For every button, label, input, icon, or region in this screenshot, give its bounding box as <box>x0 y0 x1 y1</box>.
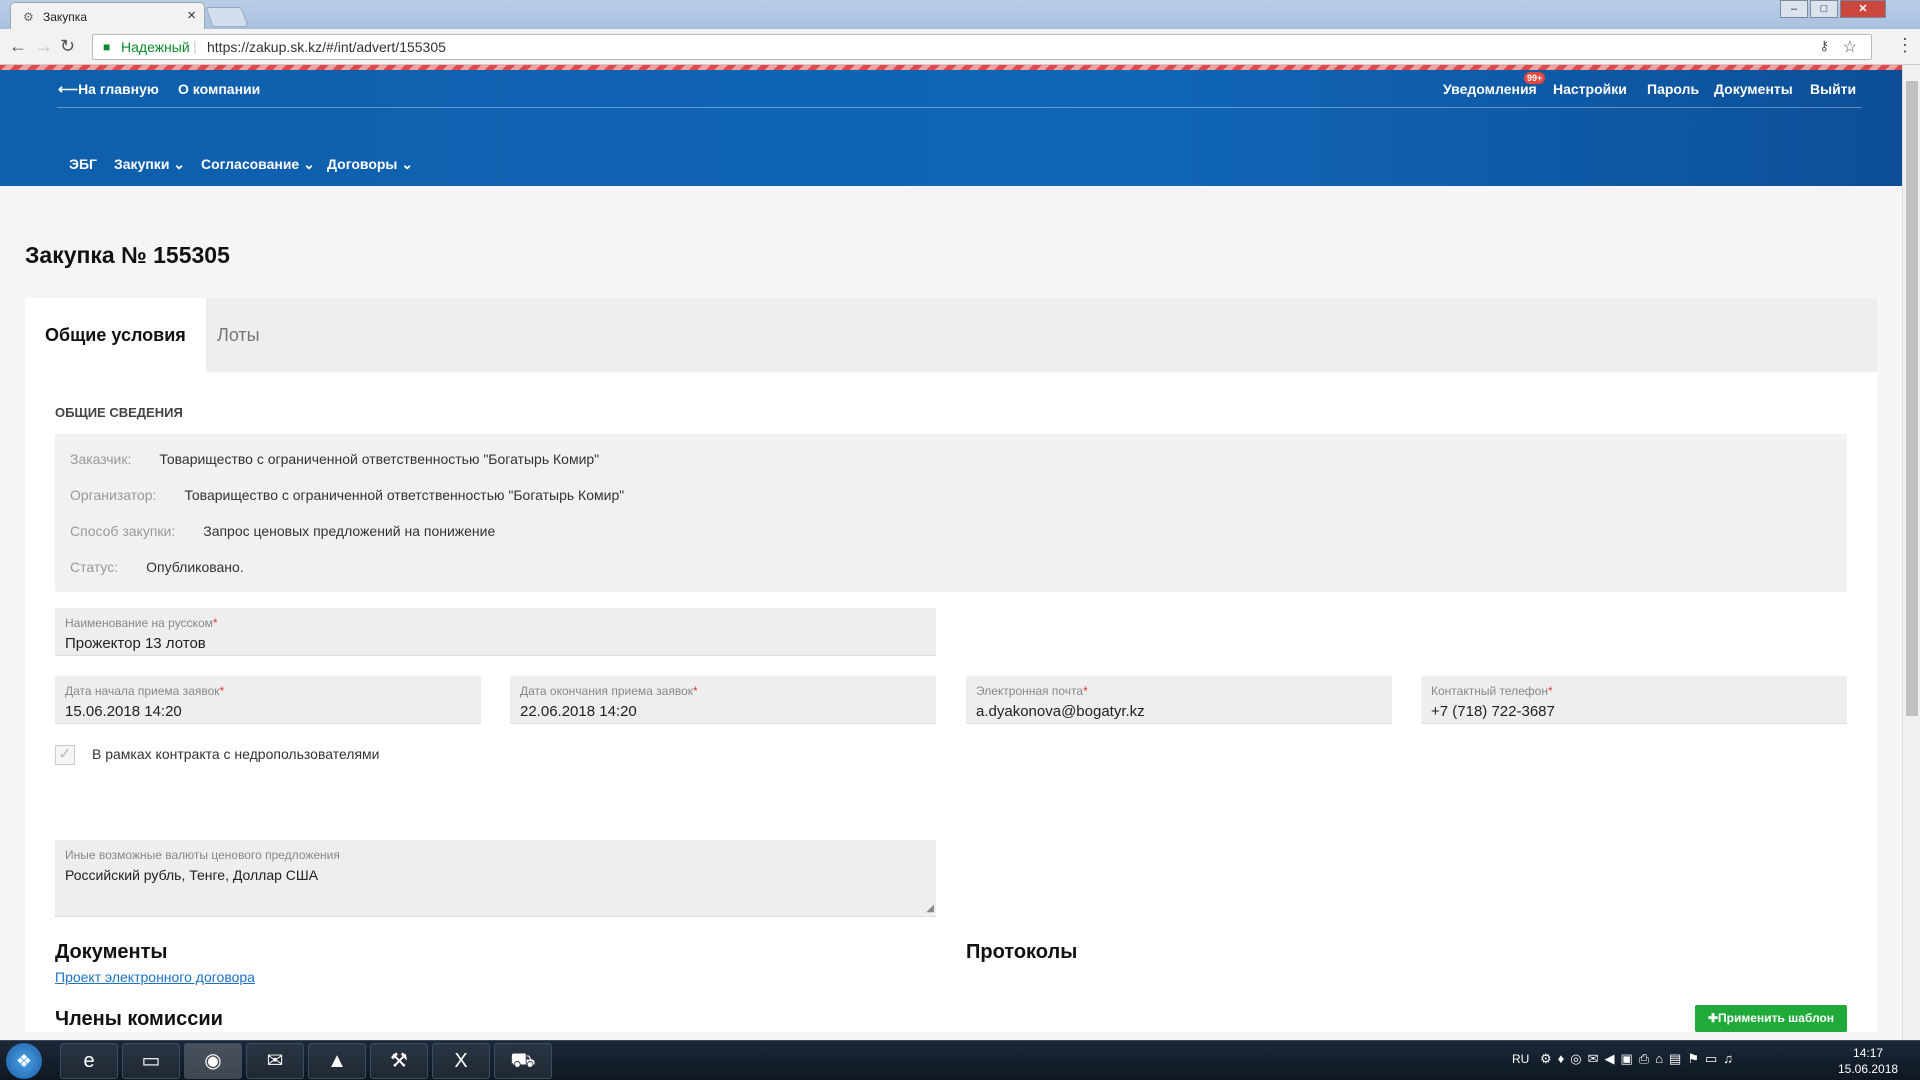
menu-ebg[interactable]: ЭБГ <box>69 156 97 172</box>
field-label: Дата окончания приема заявок* <box>520 684 698 698</box>
currencies-textarea[interactable]: Иные возможные валюты ценового предложен… <box>55 840 936 917</box>
tab-close-icon[interactable]: × <box>187 7 196 24</box>
home-link[interactable]: ⟵На главную <box>58 81 159 98</box>
scroll-thumb[interactable] <box>1906 81 1918 716</box>
subsoil-users-checkbox[interactable]: ✓ <box>55 745 75 765</box>
field-label: Иные возможные валюты ценового предложен… <box>65 848 340 862</box>
close-window-button[interactable]: ✕ <box>1840 0 1886 18</box>
field-value[interactable]: 15.06.2018 14:20 <box>65 703 182 720</box>
clock-date: 15.06.2018 <box>1838 1062 1899 1076</box>
notifications-badge: 99+ <box>1524 72 1546 84</box>
forward-arrow-icon[interactable]: → <box>35 37 53 55</box>
documents-link[interactable]: Документы <box>1714 81 1793 97</box>
omnibox-separator: | <box>193 38 197 54</box>
info-label: Организатор: <box>70 487 157 503</box>
info-row-status: Статус: Опубликовано. <box>70 559 244 575</box>
field-label: Дата начала приема заявок* <box>65 684 225 698</box>
ie-icon[interactable]: e <box>60 1043 118 1079</box>
menu-purchases[interactable]: Закупки ⌄ <box>114 156 185 173</box>
logout-link[interactable]: Выйти <box>1810 81 1856 97</box>
end-date-field[interactable]: Дата окончания приема заявок* 22.06.2018… <box>510 676 936 724</box>
clock[interactable]: 14:17 15.06.2018 <box>1838 1045 1898 1077</box>
new-tab-button[interactable] <box>205 7 249 27</box>
tool-icon[interactable]: ⚒ <box>370 1043 428 1079</box>
info-row-method: Способ закупки: Запрос ценовых предложени… <box>70 523 495 539</box>
address-bar[interactable]: ■ Надежный | https://zakup.sk.kz/#/int/a… <box>92 34 1872 60</box>
tray-icons[interactable]: ⚙♦◎✉◀▣⎙⌂▤⚑▭♫ <box>1540 1051 1739 1080</box>
back-arrow-icon[interactable]: ← <box>9 37 27 55</box>
info-label: Заказчик: <box>70 451 132 467</box>
checkbox-label: В рамках контракта с недропользователями <box>92 746 380 762</box>
tab-general[interactable]: Общие условия <box>25 298 206 372</box>
commission-heading: Члены комиссии <box>55 1008 223 1030</box>
cart-icon[interactable]: ⛟ <box>494 1043 552 1079</box>
info-label: Статус: <box>70 559 119 575</box>
info-value: Запрос ценовых предложений на понижение <box>203 523 496 539</box>
minimize-button[interactable]: – <box>1780 0 1808 18</box>
phone-field[interactable]: Контактный телефон* +7 (718) 722-3687 <box>1421 676 1847 724</box>
field-value[interactable]: 22.06.2018 14:20 <box>520 703 637 720</box>
page-title: Закупка № 155305 <box>25 242 230 268</box>
info-label: Способ закупки: <box>70 523 176 539</box>
mail-icon[interactable]: ✉ <box>246 1043 304 1079</box>
language-indicator[interactable]: RU <box>1512 1052 1529 1080</box>
info-value: Опубликовано. <box>146 559 244 575</box>
documents-heading: Документы <box>55 941 168 963</box>
taskbar: ❖ e ▭ ◉ ✉ ▲ ⚒ X ⛟ RU ⚙♦◎✉◀▣⎙⌂▤⚑▭♫ 14:17 … <box>0 1040 1920 1080</box>
site-header: ⟵На главную О компании Уведомления 99+ Н… <box>0 70 1902 186</box>
app-icon[interactable]: ▲ <box>308 1043 366 1079</box>
field-label: Наименование на русском* <box>65 616 218 630</box>
browser-tab[interactable]: ⚙ Закупка × <box>10 2 205 29</box>
menu-contracts[interactable]: Договоры ⌄ <box>327 156 413 173</box>
page-tabs: Общие условия Лоты <box>25 298 1877 372</box>
excel-icon[interactable]: X <box>432 1043 490 1079</box>
info-value: Товарищество с ограниченной ответственно… <box>159 451 600 467</box>
about-link[interactable]: О компании <box>178 81 260 97</box>
maximize-button[interactable]: □ <box>1810 0 1838 18</box>
browser-toolbar: ← → ↻ ■ Надежный | https://zakup.sk.kz/#… <box>0 29 1920 65</box>
name-ru-field[interactable]: Наименование на русском* Прожектор 13 ло… <box>55 608 936 656</box>
field-label: Электронная почта* <box>976 684 1088 698</box>
info-value: Товарищество с ограниченной ответственно… <box>184 487 625 503</box>
general-info-box: Заказчик: Товарищество с ограниченной отв… <box>55 434 1847 592</box>
chrome-icon[interactable]: ◉ <box>184 1043 242 1079</box>
field-value[interactable]: Прожектор 13 лотов <box>65 635 206 652</box>
reload-icon[interactable]: ↻ <box>60 37 75 55</box>
tab-lots[interactable]: Лоты <box>197 298 280 372</box>
info-row-customer: Заказчик: Товарищество с ограниченной отв… <box>70 451 599 467</box>
browser-menu-icon[interactable]: ⋮ <box>1896 35 1914 56</box>
clock-time: 14:17 <box>1853 1046 1884 1060</box>
url-text[interactable]: https://zakup.sk.kz/#/int/advert/155305 <box>207 39 446 55</box>
explorer-icon[interactable]: ▭ <box>122 1043 180 1079</box>
section-title: ОБЩИЕ СВЕДЕНИЯ <box>55 405 183 420</box>
field-label: Контактный телефон* <box>1431 684 1553 698</box>
protocols-heading: Протоколы <box>966 941 1078 963</box>
secure-label: Надежный <box>121 39 190 55</box>
field-value[interactable]: +7 (718) 722-3687 <box>1431 703 1555 720</box>
key-icon[interactable]: ⚷ <box>1819 38 1829 54</box>
settings-link[interactable]: Настройки <box>1553 81 1627 97</box>
bookmark-star-icon[interactable]: ☆ <box>1843 37 1857 57</box>
menu-approval[interactable]: Согласование ⌄ <box>201 156 315 173</box>
field-value[interactable]: a.dyakonova@bogatyr.kz <box>976 703 1145 720</box>
email-field[interactable]: Электронная почта* a.dyakonova@bogatyr.k… <box>966 676 1392 724</box>
header-divider <box>57 107 1862 108</box>
browser-tabbar: ⚙ Закупка × – □ ✕ <box>0 0 1920 29</box>
start-button[interactable]: ❖ <box>6 1043 42 1079</box>
password-link[interactable]: Пароль <box>1647 81 1699 97</box>
start-date-field[interactable]: Дата начала приема заявок* 15.06.2018 14… <box>55 676 481 724</box>
page-scrollbar[interactable] <box>1902 65 1920 1040</box>
globe-icon: ⚙ <box>23 10 34 24</box>
lock-icon: ■ <box>103 40 111 54</box>
info-row-organizer: Организатор: Товарищество с ограниченной … <box>70 487 624 503</box>
notifications-link[interactable]: Уведомления <box>1443 81 1537 97</box>
contract-draft-link[interactable]: Проект электронного договора <box>55 969 255 985</box>
resize-grip-icon[interactable]: ◢ <box>926 903 934 914</box>
tab-title: Закупка <box>43 10 87 24</box>
field-value[interactable]: Российский рубль, Тенге, Доллар США <box>65 867 318 883</box>
apply-template-button[interactable]: ✚Применить шаблон <box>1695 1005 1847 1032</box>
